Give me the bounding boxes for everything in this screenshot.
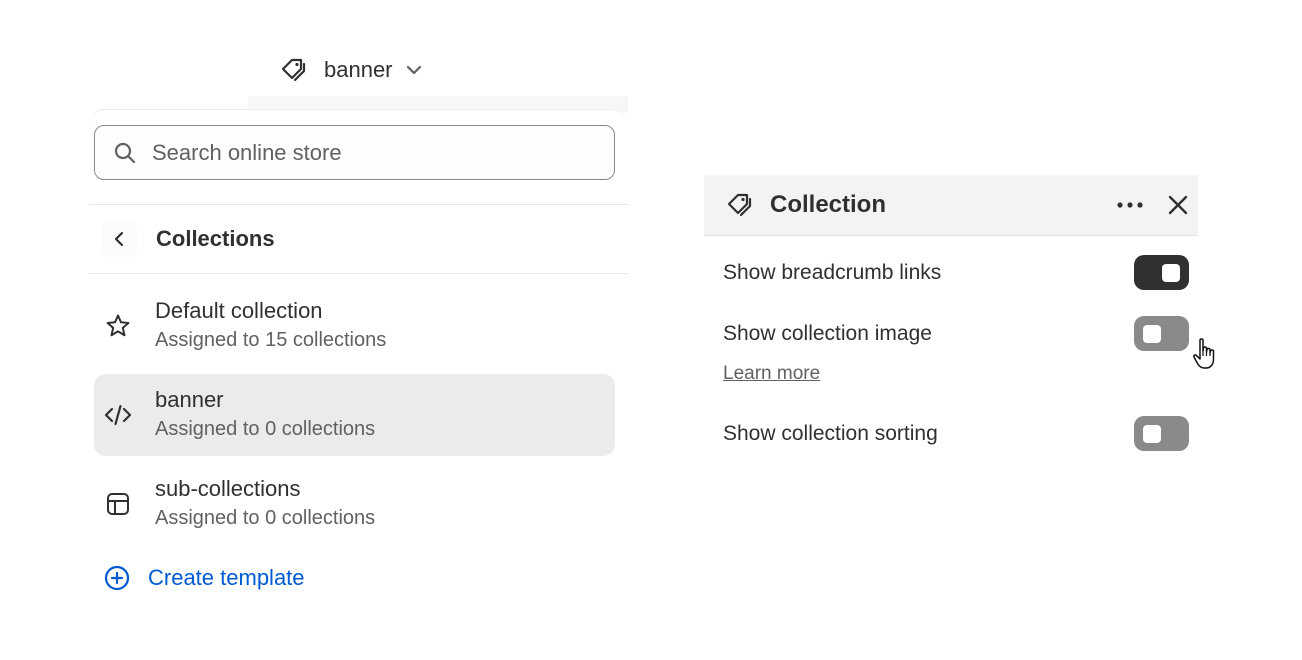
setting-label-collection-sorting: Show collection sorting <box>723 422 938 445</box>
template-dropdown: Collections Default collection Assigned … <box>89 109 627 629</box>
template-selector-label: banner <box>324 57 393 82</box>
back-button[interactable] <box>101 221 137 257</box>
divider <box>89 273 627 274</box>
create-template-label: Create template <box>148 565 305 590</box>
chevron-down-icon <box>403 59 425 81</box>
toggle-knob <box>1162 264 1180 282</box>
template-item-default-collection[interactable]: Default collection Assigned to 15 collec… <box>94 285 615 367</box>
search-icon <box>112 140 138 166</box>
toggle-collection-sorting[interactable] <box>1134 416 1189 451</box>
template-item-subtitle: Assigned to 15 collections <box>155 329 387 351</box>
layout-icon <box>100 486 136 522</box>
toggle-collection-image[interactable] <box>1134 316 1189 351</box>
template-item-name: Default collection <box>155 298 323 323</box>
setting-label-collection-image: Show collection image <box>723 322 932 345</box>
tag-icon <box>724 189 756 221</box>
learn-more-link[interactable]: Learn more <box>723 363 820 385</box>
chevron-left-icon <box>114 231 124 247</box>
star-icon <box>100 308 136 344</box>
template-item-name: sub-collections <box>155 476 301 501</box>
collections-header: Collections <box>89 205 627 273</box>
close-icon <box>1168 195 1188 215</box>
template-item-subtitle: Assigned to 0 collections <box>155 507 376 529</box>
toggle-knob <box>1143 325 1161 343</box>
settings-panel-header: Collection <box>704 175 1198 236</box>
more-options-button[interactable] <box>1114 189 1146 221</box>
settings-panel-title: Collection <box>770 191 887 218</box>
close-button[interactable] <box>1162 189 1194 221</box>
tag-icon <box>278 54 310 86</box>
collection-settings-panel: Collection Show breadcrumb links Show co… <box>704 175 1198 475</box>
search-field[interactable] <box>94 125 615 180</box>
template-item-name: banner <box>155 387 224 412</box>
toggle-knob <box>1143 425 1161 443</box>
template-selector[interactable]: banner <box>278 50 425 90</box>
template-item-banner[interactable]: banner Assigned to 0 collections <box>94 374 615 456</box>
create-template-button[interactable]: Create template <box>103 562 305 594</box>
code-icon <box>100 397 136 433</box>
collections-title: Collections <box>156 226 275 251</box>
hand-cursor-icon <box>1193 338 1215 369</box>
toggle-breadcrumb-links[interactable] <box>1134 255 1189 290</box>
ellipsis-icon <box>1117 202 1143 208</box>
setting-label-breadcrumb: Show breadcrumb links <box>723 261 942 284</box>
search-input[interactable] <box>152 139 592 166</box>
template-item-subtitle: Assigned to 0 collections <box>155 418 376 440</box>
plus-circle-icon <box>103 564 131 592</box>
template-item-sub-collections[interactable]: sub-collections Assigned to 0 collection… <box>94 463 615 545</box>
